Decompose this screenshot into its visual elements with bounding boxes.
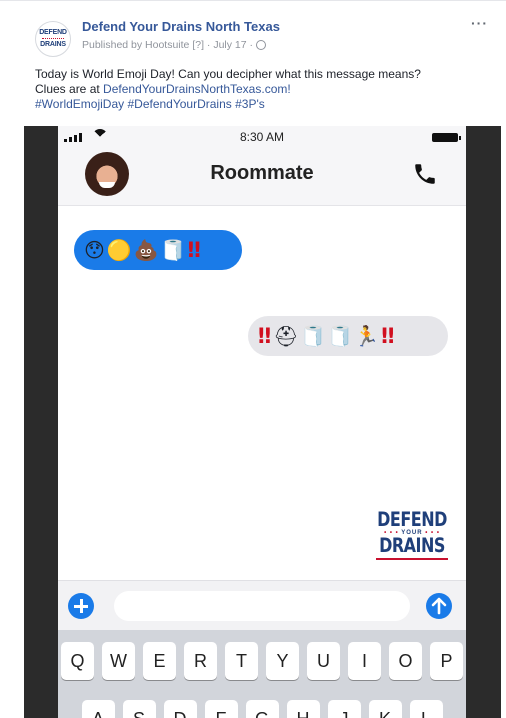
more-options-icon[interactable]: ··· bbox=[471, 15, 488, 31]
logo-drains-text: DRAINS bbox=[379, 534, 445, 557]
post-meta: Published by Hootsuite [?] · July 17 · bbox=[82, 39, 267, 51]
page-avatar[interactable]: DEFEND DRAINS bbox=[35, 21, 71, 57]
key-u[interactable]: U bbox=[307, 642, 340, 680]
poop-emoji: 💩 bbox=[133, 238, 159, 262]
post-header: DEFEND DRAINS Defend Your Drains North T… bbox=[0, 0, 506, 125]
key-p[interactable]: P bbox=[430, 642, 463, 680]
website-link[interactable]: DefendYourDrainsNorthTexas.com! bbox=[103, 82, 291, 96]
double-exclamation-icon: ‼ bbox=[258, 324, 272, 348]
logo-underline bbox=[376, 558, 448, 560]
plus-icon[interactable] bbox=[68, 593, 94, 619]
double-exclamation-icon: ‼ bbox=[381, 324, 395, 348]
key-y[interactable]: Y bbox=[266, 642, 299, 680]
defend-your-drains-logo: DEFEND • • • YOUR • • • DRAINS bbox=[376, 508, 448, 560]
post-text-line2: Clues are at DefendYourDrainsNorthTexas.… bbox=[35, 82, 485, 97]
double-exclamation-icon: ‼ bbox=[187, 238, 201, 262]
key-l[interactable]: L bbox=[409, 700, 443, 718]
chat-area: 😯 🟡 💩 🧻 ‼ ‼ ⛑ 🧻 🧻 🏃 ‼ DEFEND • • • YOUR … bbox=[58, 206, 466, 580]
key-d[interactable]: D bbox=[163, 700, 197, 718]
avatar-logo-divider bbox=[42, 38, 64, 40]
key-j[interactable]: J bbox=[327, 700, 361, 718]
contact-name: Roommate bbox=[210, 162, 314, 184]
key-s[interactable]: S bbox=[122, 700, 156, 718]
key-r[interactable]: R bbox=[184, 642, 217, 680]
toilet-paper-emoji: 🧻 bbox=[327, 324, 353, 348]
key-h[interactable]: H bbox=[286, 700, 320, 718]
key-o[interactable]: O bbox=[389, 642, 422, 680]
key-g[interactable]: G bbox=[245, 700, 279, 718]
message-input[interactable] bbox=[114, 591, 410, 621]
avatar-logo-line2: DRAINS bbox=[40, 41, 66, 48]
battery-icon bbox=[432, 133, 461, 142]
message-input-bar bbox=[58, 580, 466, 630]
post-text: Today is World Emoji Day! Can you deciph… bbox=[35, 67, 485, 112]
post-meta-text: Published by Hootsuite [?] · July 17 · bbox=[82, 39, 254, 51]
toilet-paper-emoji: 🧻 bbox=[160, 238, 186, 262]
post-text-line1: Today is World Emoji Day! Can you deciph… bbox=[35, 67, 421, 81]
key-k[interactable]: K bbox=[368, 700, 402, 718]
key-a[interactable]: A bbox=[81, 700, 115, 718]
avatar-logo-line1: DEFEND bbox=[39, 29, 67, 36]
clues-prefix: Clues are at bbox=[35, 82, 104, 96]
status-bar: 8:30 AM bbox=[58, 126, 466, 148]
key-e[interactable]: E bbox=[143, 642, 176, 680]
hashtags[interactable]: #WorldEmojiDay #DefendYourDrains #3P's bbox=[35, 97, 485, 112]
astonished-face-emoji: 😯 bbox=[84, 238, 105, 262]
rescue-helmet-emoji: ⛑ bbox=[273, 324, 299, 348]
page-name-link[interactable]: Defend Your Drains North Texas bbox=[82, 19, 280, 34]
keyboard-row-2: A S D F G H J K L bbox=[58, 700, 466, 718]
key-i[interactable]: I bbox=[348, 642, 381, 680]
outgoing-message-bubble[interactable]: ‼ ⛑ 🧻 🧻 🏃 ‼ bbox=[248, 316, 448, 356]
globe-icon[interactable] bbox=[256, 40, 267, 50]
phone-screen: 8:30 AM Roommate 😯 🟡 💩 🧻 ‼ ‼ ⛑ 🧻 🧻 🏃 ‼ D… bbox=[58, 126, 466, 718]
key-t[interactable]: T bbox=[225, 642, 258, 680]
status-time: 8:30 AM bbox=[239, 130, 285, 144]
key-w[interactable]: W bbox=[102, 642, 135, 680]
key-f[interactable]: F bbox=[204, 700, 238, 718]
runner-emoji: 🏃 bbox=[354, 324, 380, 348]
post-image[interactable]: 8:30 AM Roommate 😯 🟡 💩 🧻 ‼ ‼ ⛑ 🧻 🧻 🏃 ‼ D… bbox=[24, 126, 501, 718]
logo-defend-text: DEFEND bbox=[377, 508, 447, 531]
chat-header: Roommate bbox=[58, 148, 466, 206]
toilet-paper-emoji: 🧻 bbox=[300, 324, 326, 348]
send-arrow-icon[interactable] bbox=[426, 593, 452, 619]
yellow-circle-emoji: 🟡 bbox=[106, 238, 132, 262]
incoming-message-bubble[interactable]: 😯 🟡 💩 🧻 ‼ bbox=[74, 230, 242, 270]
phone-call-icon[interactable] bbox=[412, 160, 438, 188]
keyboard-row-1: Q W E R T Y U I O P bbox=[58, 642, 466, 680]
key-q[interactable]: Q bbox=[61, 642, 94, 680]
keyboard: Q W E R T Y U I O P A S D F G H J K L bbox=[58, 630, 466, 718]
